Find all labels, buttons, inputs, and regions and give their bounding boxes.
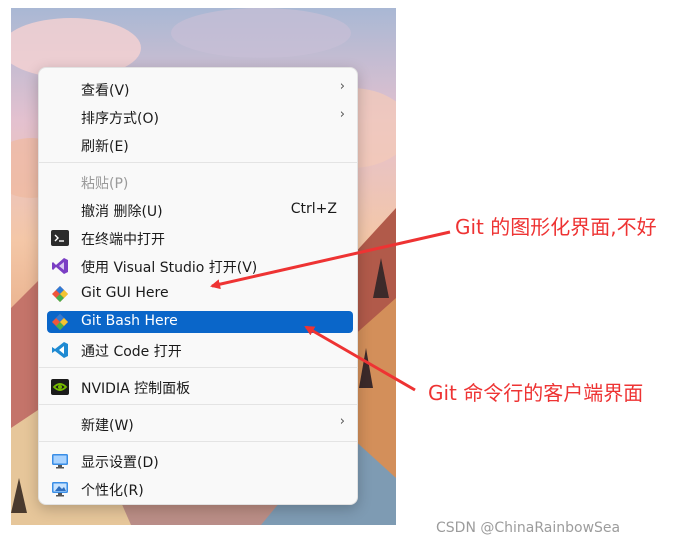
arrow-to-git-gui (210, 230, 451, 290)
annotation-git-gui-note: Git 的图形化界面,不好 (455, 215, 657, 239)
watermark: CSDN @ChinaRainbowSea (436, 520, 621, 536)
arrow-to-git-bash (304, 325, 416, 392)
annotation-git-bash-note: Git 命令行的客户端界面 (428, 381, 644, 405)
annotation-arrows (210, 230, 451, 392)
